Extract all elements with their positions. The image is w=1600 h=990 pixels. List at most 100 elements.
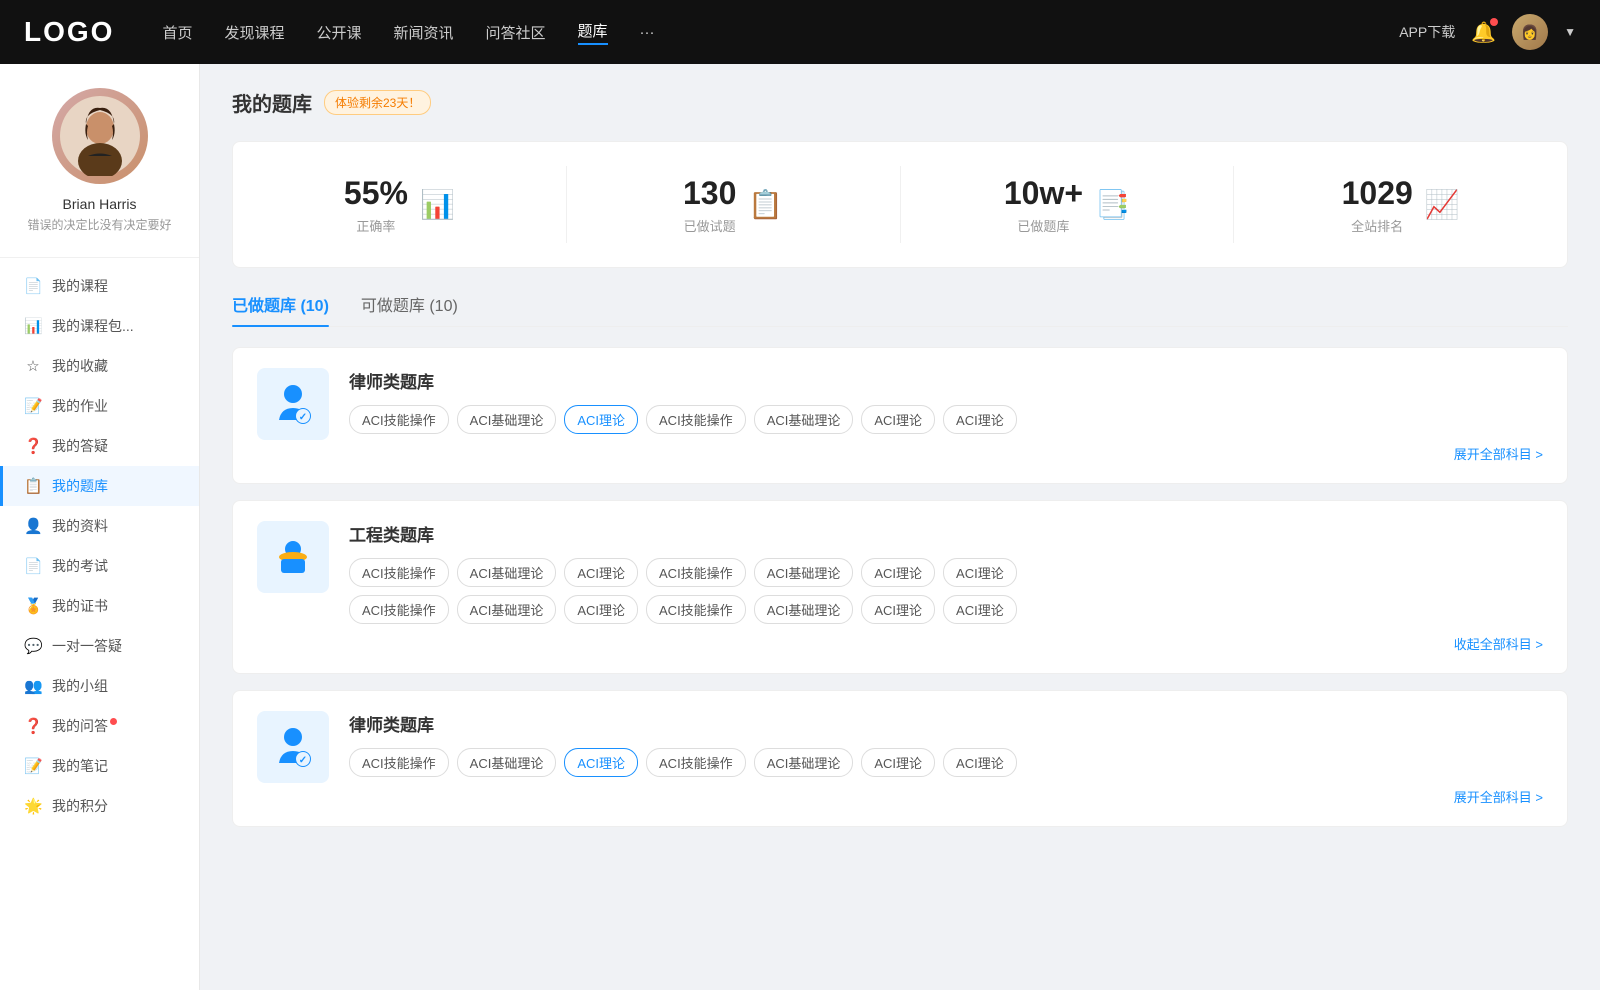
sidebar-item[interactable]: ❓我的答疑 (0, 426, 199, 466)
notification-bell[interactable]: 🔔 (1471, 20, 1496, 45)
qbank-tag[interactable]: ACI技能操作 (646, 558, 746, 587)
qbank-tag[interactable]: ACI基础理论 (457, 748, 557, 777)
user-avatar[interactable]: 👩 (1512, 14, 1548, 50)
avatar-placeholder (52, 88, 148, 184)
stat-item: 10w+ 已做题库 📑 (901, 166, 1235, 243)
sidebar-item[interactable]: 📝我的笔记 (0, 746, 199, 786)
expand-link[interactable]: 收起全部科目 > (349, 634, 1543, 653)
qbank-tag[interactable]: ACI理论 (943, 748, 1017, 777)
menu-label: 一对一答疑 (52, 636, 122, 656)
qbank-tag[interactable]: ACI技能操作 (349, 558, 449, 587)
sidebar-item[interactable]: 📊 我的课程包... (0, 306, 199, 346)
tab[interactable]: 已做题库 (10) (232, 292, 329, 326)
qbank-tag[interactable]: ACI基础理论 (754, 748, 854, 777)
sidebar-item[interactable]: 💬一对一答疑 (0, 626, 199, 666)
sidebar: Brian Harris 错误的决定比没有决定要好 📄我的课程📊我的课程包...… (0, 64, 200, 990)
sidebar-item[interactable]: 👥我的小组 (0, 666, 199, 706)
svg-text:✓: ✓ (299, 755, 307, 766)
stats-bar: 55% 正确率 📊 130 已做试题 📋 10w+ 已做题库 📑 1029 全站… (232, 141, 1568, 268)
notification-dot (1490, 18, 1498, 26)
menu-label: 我的小组 (52, 676, 108, 696)
sidebar-item[interactable]: ☆我的收藏 (0, 346, 199, 386)
sidebar-item[interactable]: 🌟我的积分 (0, 786, 199, 826)
qbank-tag[interactable]: ACI基础理论 (754, 595, 854, 624)
sidebar-avatar (52, 88, 148, 184)
qbank-tag[interactable]: ACI理论 (943, 405, 1017, 434)
stat-value: 10w+ (1004, 174, 1083, 212)
qbank-tag[interactable]: ACI理论 (861, 595, 935, 624)
menu-icon: 👤 (24, 517, 42, 535)
sidebar-item[interactable]: 👤我的资料 (0, 506, 199, 546)
nav-link[interactable]: 首页 (162, 22, 192, 43)
qbank-tag[interactable]: ACI理论 (861, 405, 935, 434)
app-download-button[interactable]: APP下载 (1399, 22, 1455, 42)
menu-label: 我的题库 (52, 476, 108, 496)
qbank-tag[interactable]: ACI基础理论 (457, 558, 557, 587)
logo: LOGO (24, 16, 114, 48)
main-content: 我的题库 体验剩余23天！ 55% 正确率 📊 130 已做试题 📋 10w+ … (200, 64, 1600, 990)
nav-links: 首页 发现课程 公开课 新闻资讯 问答社区 题库 ··· (162, 20, 1399, 45)
qbank-card-inner: ✓ 律师类题库 ACI技能操作ACI基础理论ACI理论ACI技能操作ACI基础理… (257, 711, 1543, 806)
qbank-content: 工程类题库 ACI技能操作ACI基础理论ACI理论ACI技能操作ACI基础理论A… (349, 521, 1543, 653)
menu-icon: ❓ (24, 437, 42, 455)
sidebar-item[interactable]: 🏅我的证书 (0, 586, 199, 626)
stat-text: 10w+ 已做题库 (1004, 174, 1083, 235)
qbank-tag[interactable]: ACI理论 (564, 558, 638, 587)
qbank-tag[interactable]: ACI理论 (564, 405, 638, 434)
menu-icon: 📊 (24, 317, 42, 335)
menu-label: 我的课程包... (52, 316, 134, 336)
expand-link[interactable]: 展开全部科目 > (349, 444, 1543, 463)
qbank-tag[interactable]: ACI技能操作 (646, 405, 746, 434)
stat-icon: 📑 (1095, 188, 1130, 221)
qbank-tag[interactable]: ACI技能操作 (646, 595, 746, 624)
menu-icon: ❓ (24, 717, 42, 735)
stat-label: 已做试题 (683, 216, 736, 235)
stat-value: 1029 (1342, 174, 1413, 212)
qbank-tag[interactable]: ACI理论 (943, 558, 1017, 587)
sidebar-item[interactable]: ❓我的问答 (0, 706, 199, 746)
qbank-tag[interactable]: ACI基础理论 (457, 595, 557, 624)
avatar-chevron-icon[interactable]: ▼ (1564, 25, 1576, 39)
stat-icon: 📊 (420, 188, 455, 221)
sidebar-item[interactable]: 📝 我的作业 (0, 386, 199, 426)
nav-link[interactable]: 问答社区 (486, 22, 546, 43)
sidebar-item[interactable]: 📄我的考试 (0, 546, 199, 586)
nav-link[interactable]: 发现课程 (224, 22, 284, 43)
qbank-card: 工程类题库 ACI技能操作ACI基础理论ACI理论ACI技能操作ACI基础理论A… (232, 500, 1568, 674)
sidebar-item[interactable]: 📋我的题库 (0, 466, 199, 506)
qbank-icon: ✓ (257, 711, 329, 783)
tab[interactable]: 可做题库 (10) (361, 292, 458, 326)
qbank-tag[interactable]: ACI基础理论 (754, 405, 854, 434)
nav-link[interactable]: 公开课 (316, 22, 361, 43)
qbank-tag[interactable]: ACI理论 (943, 595, 1017, 624)
menu-label: 我的作业 (52, 396, 108, 416)
stat-icon: 📋 (748, 188, 783, 221)
qbank-tag[interactable]: ACI理论 (861, 558, 935, 587)
qbank-tag[interactable]: ACI基础理论 (754, 558, 854, 587)
menu-label: 我的收藏 (52, 356, 108, 376)
menu-icon: 🌟 (24, 797, 42, 815)
nav-link[interactable]: 新闻资讯 (394, 22, 454, 43)
stat-label: 全站排名 (1342, 216, 1413, 235)
qbank-tag[interactable]: ACI技能操作 (349, 595, 449, 624)
qbank-tag[interactable]: ACI理论 (861, 748, 935, 777)
stat-item: 55% 正确率 📊 (233, 166, 567, 243)
stat-text: 1029 全站排名 (1342, 174, 1413, 235)
nav-link[interactable]: ··· (640, 24, 655, 41)
stat-text: 55% 正确率 (344, 174, 408, 235)
qbank-tag[interactable]: ACI技能操作 (646, 748, 746, 777)
qbank-card-inner: 工程类题库 ACI技能操作ACI基础理论ACI理论ACI技能操作ACI基础理论A… (257, 521, 1543, 653)
qbank-tag[interactable]: ACI基础理论 (457, 405, 557, 434)
qbank-tag[interactable]: ACI技能操作 (349, 748, 449, 777)
menu-icon: 📝 (24, 397, 42, 415)
layout: Brian Harris 错误的决定比没有决定要好 📄我的课程📊我的课程包...… (0, 64, 1600, 990)
qbank-tag[interactable]: ACI技能操作 (349, 405, 449, 434)
qbank-tag[interactable]: ACI理论 (564, 748, 638, 777)
sidebar-menu: 📄我的课程 📊 我的课程包... ☆我的收藏 📝 我的作业 ❓我的答疑📋我的题库👤我的资料📄… (0, 266, 199, 826)
sidebar-item[interactable]: 📄我的课程 (0, 266, 199, 306)
expand-link[interactable]: 展开全部科目 > (349, 787, 1543, 806)
qbank-card-inner: ✓ 律师类题库 ACI技能操作ACI基础理论ACI理论ACI技能操作ACI基础理… (257, 368, 1543, 463)
nav-link[interactable]: 题库 (578, 20, 608, 45)
stat-item: 130 已做试题 📋 (567, 166, 901, 243)
qbank-tag[interactable]: ACI理论 (564, 595, 638, 624)
